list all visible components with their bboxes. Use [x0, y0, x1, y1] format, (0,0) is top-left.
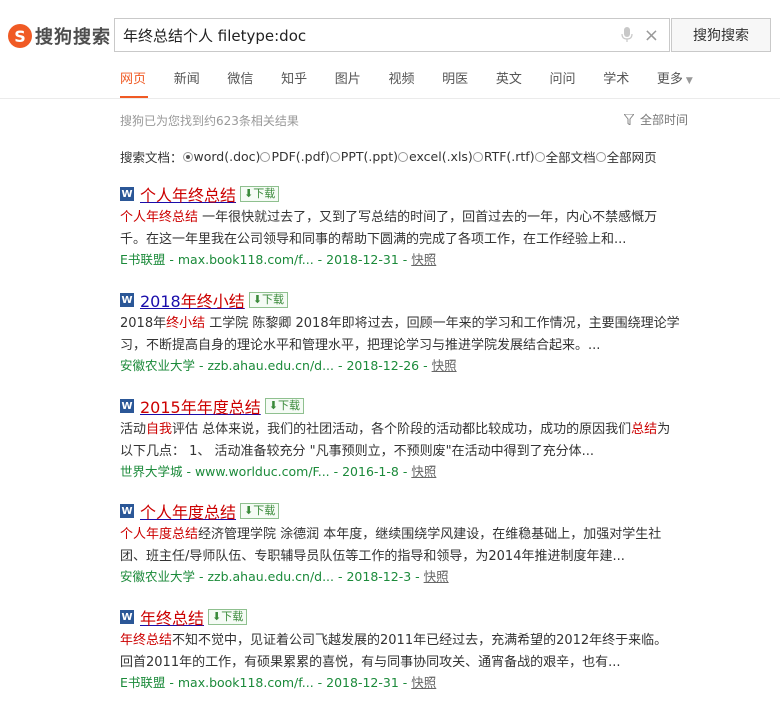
snapshot-link[interactable]: 快照	[424, 569, 449, 584]
tab-1[interactable]: 新闻	[174, 68, 228, 98]
result-title-link[interactable]: 2018年终小结	[140, 288, 245, 312]
doc-filter-option-label: 全部文档	[545, 150, 596, 165]
word-doc-icon: W	[120, 187, 134, 201]
radio-button[interactable]	[534, 151, 545, 162]
result-item: W 2015年年度总结 ⬇下载活动自我评估 总体来说，我们的社团活动，各个阶段的活动…	[120, 395, 680, 481]
result-item: W 年终总结 ⬇下载年终总结不知不觉中，见证着公司飞越发展的2011年已经过去，充满…	[120, 606, 680, 692]
tab-8[interactable]: 问问	[550, 68, 604, 98]
doc-filter-option-label: 全部网页	[606, 150, 657, 165]
radio-button[interactable]	[472, 151, 483, 162]
result-snippet: 年终总结不知不觉中，见证着公司飞越发展的2011年已经过去，充满希望的2012年…	[120, 633, 668, 670]
doc-filter-label: 搜索文档：	[120, 150, 183, 165]
result-snippet: 个人年度总结经济管理学院 涂德润 本年度，继续围绕学风建设，在维稳基础上，加强对…	[120, 527, 662, 564]
result-item: W 2018年终小结 ⬇下载 2018年终小结 工学院 陈黎卿 2018年即将过去，回…	[120, 289, 680, 375]
word-doc-icon: W	[120, 504, 134, 518]
result-source[interactable]: 世界大学城 - www.worlduc.com/F... - 2016-1-8 …	[120, 464, 411, 479]
doc-filter-option-label: PDF(.pdf)	[271, 149, 330, 164]
word-doc-icon: W	[120, 293, 134, 307]
result-title-link[interactable]: 个人年度总结	[140, 499, 236, 523]
result-title-row: W 个人年终总结 ⬇下载	[120, 183, 680, 205]
time-filter-label: 全部时间	[640, 113, 689, 127]
result-snippet: 活动自我评估 总体来说，我们的社团活动，各个阶段的活动都比较成功，成功的原因我们…	[120, 422, 671, 459]
result-source[interactable]: 安徽农业大学 - zzb.ahau.edu.cn/d... - 2018-12-…	[120, 358, 432, 373]
result-title-row: W 2018年终小结 ⬇下载	[120, 289, 680, 311]
result-meta: 世界大学城 - www.worlduc.com/F... - 2016-1-8 …	[120, 463, 680, 481]
clear-icon[interactable]: ×	[644, 25, 659, 46]
word-doc-icon: W	[120, 610, 134, 624]
radio-button[interactable]	[182, 151, 193, 162]
result-snippet: 2018年终小结 工学院 陈黎卿 2018年即将过去，回顾一年来的学习和工作情况…	[120, 316, 680, 353]
tab-4[interactable]: 图片	[335, 68, 389, 98]
logo-text: 搜狗搜索	[35, 27, 111, 48]
result-item: W 个人年度总结 ⬇下载个人年度总结经济管理学院 涂德润 本年度，继续围绕学风建设，…	[120, 500, 680, 586]
radio-button[interactable]	[260, 151, 271, 162]
time-filter[interactable]: 全部时间	[624, 111, 688, 128]
doc-filter-option-label: RTF(.rtf)	[483, 149, 535, 164]
tab-6[interactable]: 明医	[442, 68, 496, 98]
result-source[interactable]: E书联盟 - max.book118.com/f... - 2018-12-31…	[120, 675, 411, 690]
download-button[interactable]: ⬇下载	[240, 186, 280, 202]
doc-filter-option[interactable]: 全部文档	[534, 147, 596, 166]
tab-2[interactable]: 微信	[227, 68, 281, 98]
word-doc-icon: W	[120, 399, 134, 413]
result-title-row: W 个人年度总结 ⬇下载	[120, 500, 680, 522]
result-title-link[interactable]: 2015年年度总结	[140, 394, 261, 418]
snapshot-link[interactable]: 快照	[411, 675, 436, 690]
tab-3[interactable]: 知乎	[281, 68, 335, 98]
download-button[interactable]: ⬇下载	[248, 292, 288, 308]
funnel-icon	[624, 114, 634, 125]
snapshot-link[interactable]: 快照	[411, 252, 436, 267]
nav-tabs: 网页 新闻 微信 知乎 图片 视频 明医 英文 问问 学术 更多 ▼	[120, 68, 711, 98]
doc-filter-option-label: word(.doc)	[193, 149, 261, 164]
search-button[interactable]: 搜狗搜索	[671, 18, 771, 52]
download-button[interactable]: ⬇下载	[264, 398, 304, 414]
doc-filter-option[interactable]: PDF(.pdf)	[260, 149, 330, 164]
doc-filter-option[interactable]: 全部网页	[595, 147, 657, 166]
microphone-icon[interactable]	[621, 27, 633, 43]
download-button[interactable]: ⬇下载	[240, 503, 280, 519]
result-meta: 安徽农业大学 - zzb.ahau.edu.cn/d... - 2018-12-…	[120, 357, 680, 375]
doc-filter-option[interactable]: word(.doc)	[182, 149, 261, 164]
tab-10[interactable]: 更多 ▼	[657, 68, 711, 98]
result-title-link[interactable]: 个人年终总结	[140, 182, 236, 206]
tab-0[interactable]: 网页	[120, 68, 174, 98]
tab-9[interactable]: 学术	[603, 68, 657, 98]
result-meta: E书联盟 - max.book118.com/f... - 2018-12-31…	[120, 251, 680, 269]
tab-5[interactable]: 视频	[388, 68, 442, 98]
logo-mark-icon: S	[8, 24, 32, 48]
doc-filter-option[interactable]: excel(.xls)	[398, 149, 473, 164]
result-meta: E书联盟 - max.book118.com/f... - 2018-12-31…	[120, 674, 680, 692]
sogou-logo[interactable]: S 搜狗搜索	[8, 22, 111, 50]
doc-type-filter: 搜索文档： word(.doc) PDF(.pdf) PPT(.ppt) excel(…	[120, 147, 657, 166]
search-box: ×	[114, 18, 670, 52]
result-meta: 安徽农业大学 - zzb.ahau.edu.cn/d... - 2018-12-…	[120, 568, 680, 586]
doc-filter-option[interactable]: PPT(.ppt)	[329, 149, 399, 164]
doc-filter-option-label: excel(.xls)	[409, 149, 473, 164]
radio-button[interactable]	[595, 151, 606, 162]
radio-button[interactable]	[398, 151, 409, 162]
chevron-down-icon: ▼	[685, 76, 693, 86]
doc-filter-option[interactable]: RTF(.rtf)	[472, 149, 535, 164]
snapshot-link[interactable]: 快照	[411, 464, 436, 479]
header: S 搜狗搜索 × 搜狗搜索 网页新闻微信知乎图片视频明医英文问问学术更多▼	[0, 0, 780, 99]
snapshot-link[interactable]: 快照	[432, 358, 457, 373]
download-button[interactable]: ⬇下载	[208, 609, 248, 625]
search-input[interactable]	[115, 25, 615, 45]
result-source[interactable]: E书联盟 - max.book118.com/f... - 2018-12-31…	[120, 252, 411, 267]
tab-7[interactable]: 英文	[496, 68, 550, 98]
radio-button[interactable]	[329, 151, 340, 162]
doc-filter-option-label: PPT(.ppt)	[340, 149, 399, 164]
result-snippet: 个人年终总结 一年很快就过去了，又到了写总结的时间了，回首过去的一年，内心不禁感…	[120, 210, 658, 247]
result-title-row: W 年终总结 ⬇下载	[120, 606, 680, 628]
result-title-link[interactable]: 年终总结	[140, 605, 204, 629]
result-title-row: W 2015年年度总结 ⬇下载	[120, 395, 680, 417]
result-source[interactable]: 安徽农业大学 - zzb.ahau.edu.cn/d... - 2018-12-…	[120, 569, 424, 584]
result-count: 搜狗已为您找到约623条相关结果	[120, 114, 299, 128]
result-item: W 个人年终总结 ⬇下载个人年终总结 一年很快就过去了，又到了写总结的时间了，回首过…	[120, 183, 680, 269]
